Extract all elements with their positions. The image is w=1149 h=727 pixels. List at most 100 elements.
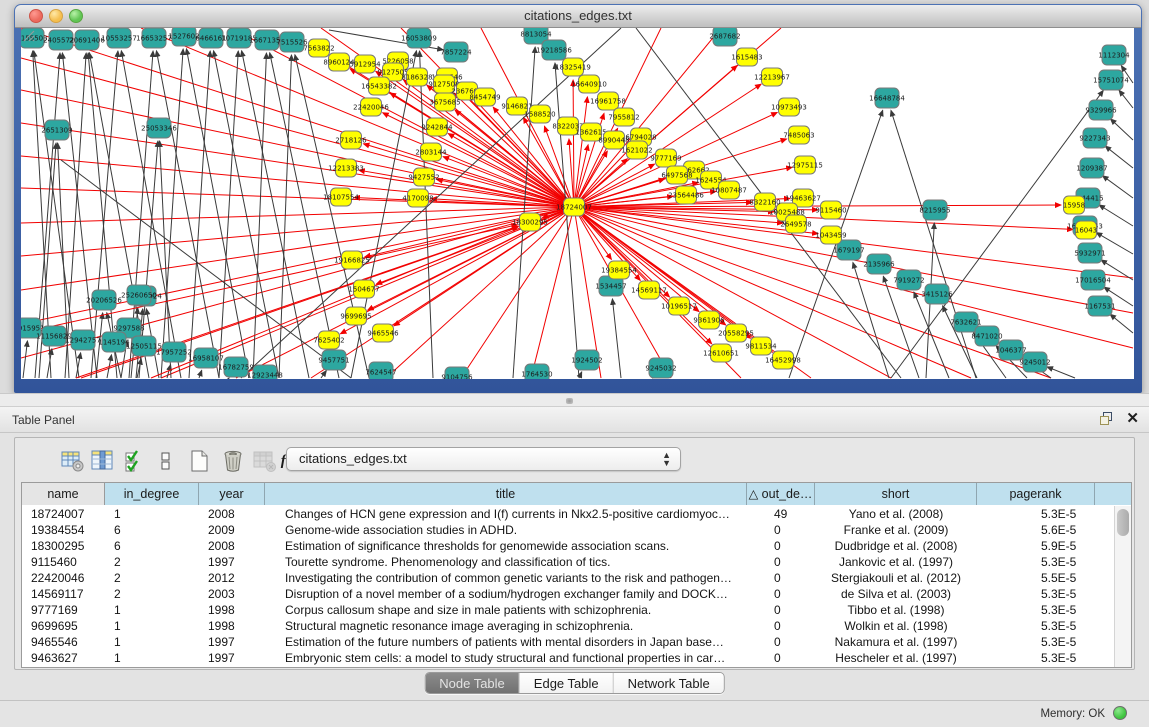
cell-title[interactable]: Corpus callosum shape and size in male p…	[265, 602, 747, 618]
cell-title[interactable]: Estimation of significance thresholds fo…	[265, 538, 747, 554]
resize-grip[interactable]	[21, 28, 35, 42]
graph-node[interactable]: 15751074	[1093, 70, 1129, 90]
cell-short[interactable]: Tibbo et al. (1998)	[815, 602, 977, 618]
network-canvas[interactable]: 9155503240557242069140610553257166532571…	[21, 28, 1134, 379]
column-header-title[interactable]: title	[265, 483, 747, 505]
graph-node[interactable]: 10196517	[661, 297, 697, 315]
row-height-icon[interactable]	[153, 448, 179, 474]
cell-out_degree[interactable]: 0	[747, 554, 815, 570]
cell-name[interactable]: 18724007	[22, 506, 105, 522]
column-header-year[interactable]: year	[199, 483, 265, 505]
tab-network-table[interactable]: Network Table	[614, 673, 724, 694]
cell-name[interactable]: 9115460	[22, 554, 105, 570]
cell-in_degree[interactable]: 1	[105, 506, 199, 522]
cell-short[interactable]: Dudbridge et al. (2008)	[815, 538, 977, 554]
cell-out_degree[interactable]: 0	[747, 618, 815, 634]
cell-short[interactable]: Yano et al. (2008)	[815, 506, 977, 522]
graph-node[interactable]: 9115460	[815, 201, 846, 219]
cell-name[interactable]: 9465546	[22, 634, 105, 650]
table-row[interactable]: 1872400712008Changes of HCN gene express…	[22, 506, 1114, 522]
cell-in_degree[interactable]: 1	[105, 634, 199, 650]
cell-title[interactable]: Tourette syndrome. Phenomenology and cla…	[265, 554, 747, 570]
cell-in_degree[interactable]: 6	[105, 538, 199, 554]
cell-pagerank[interactable]: 5.3E-5	[977, 650, 1095, 666]
graph-node[interactable]: 12610651	[703, 344, 739, 362]
graph-node[interactable]: 1112304	[1098, 45, 1130, 65]
cell-pagerank[interactable]: 5.5E-5	[977, 570, 1095, 586]
column-header-pagerank[interactable]: pagerank	[977, 483, 1095, 505]
delete-columns-icon[interactable]	[220, 448, 246, 474]
cell-name[interactable]: 14569117	[22, 586, 105, 602]
cell-short[interactable]: Franke et al. (2009)	[815, 522, 977, 538]
memory-status-icon[interactable]	[1113, 706, 1127, 720]
graph-node[interactable]: 7485063	[783, 126, 814, 144]
cell-pagerank[interactable]: 5.3E-5	[977, 554, 1095, 570]
cell-year[interactable]: 2008	[199, 538, 265, 554]
cell-year[interactable]: 2003	[199, 586, 265, 602]
cell-name[interactable]: 9699695	[22, 618, 105, 634]
graph-node[interactable]: 1046377	[995, 340, 1026, 360]
cell-name[interactable]: 19384554	[22, 522, 105, 538]
graph-node[interactable]: 9465546	[367, 324, 399, 342]
table-selector-dropdown[interactable]: citations_edges.txt ▲▼	[286, 447, 681, 471]
cell-out_degree[interactable]: 0	[747, 602, 815, 618]
graph-node[interactable]: 19166825	[334, 251, 370, 269]
table-row[interactable]: 969969511998Structural magnetic resonanc…	[22, 618, 1114, 634]
cell-title[interactable]: Changes of HCN gene expression and I(f) …	[265, 506, 747, 522]
cell-pagerank[interactable]: 5.3E-5	[977, 618, 1095, 634]
graph-node[interactable]: 1764530	[521, 364, 552, 379]
graph-node[interactable]: 7955812	[608, 108, 639, 126]
cell-pagerank[interactable]: 5.3E-5	[977, 586, 1095, 602]
cell-short[interactable]: Nakamura et al. (1997)	[815, 634, 977, 650]
graph-node[interactable]: 7857224	[440, 42, 472, 62]
cell-pagerank[interactable]: 5.3E-5	[977, 602, 1095, 618]
table-row[interactable]: 946362711997Embryonic stem cells: a mode…	[22, 650, 1114, 666]
create-column-icon[interactable]	[187, 448, 213, 474]
graph-node[interactable]: 2718126	[335, 131, 367, 149]
cell-title[interactable]: Disruption of a novel member of a sodium…	[265, 586, 747, 602]
graph-node[interactable]: 8215955	[919, 200, 950, 220]
cell-title[interactable]: Embryonic stem cells: a model to study s…	[265, 650, 747, 666]
graph-node[interactable]: 1209387	[1076, 158, 1107, 178]
graph-node[interactable]: 9329966	[1085, 100, 1117, 120]
table-row[interactable]: 977716911998Corpus callosum shape and si…	[22, 602, 1114, 618]
graph-node[interactable]: 9245032	[645, 358, 676, 378]
scrollbar-thumb[interactable]	[1117, 509, 1129, 536]
cell-out_degree[interactable]: 49	[747, 506, 815, 522]
cell-short[interactable]: Wolkin et al. (1998)	[815, 618, 977, 634]
column-header-in_degree[interactable]: in_degree	[105, 483, 199, 505]
column-header-out_degree[interactable]: △ out_de…	[747, 483, 815, 505]
cell-pagerank[interactable]: 5.6E-5	[977, 522, 1095, 538]
cell-year[interactable]: 1998	[199, 618, 265, 634]
graph-node[interactable]: 15958	[1063, 196, 1085, 214]
column-header-short[interactable]: short	[815, 483, 977, 505]
graph-node[interactable]: 7624547	[365, 362, 396, 379]
cell-in_degree[interactable]: 1	[105, 618, 199, 634]
graph-node[interactable]: 20558295	[718, 324, 754, 342]
cell-year[interactable]: 2008	[199, 506, 265, 522]
table-row[interactable]: 1456911722003Disruption of a novel membe…	[22, 586, 1114, 602]
cell-title[interactable]: Estimation of the future numbers of pati…	[265, 634, 747, 650]
graph-node[interactable]: 16961758	[590, 92, 626, 110]
graph-node[interactable]: 2135966	[863, 254, 895, 274]
graph-node[interactable]: 16640910	[571, 75, 607, 93]
graph-node[interactable]: 16648784	[869, 88, 905, 108]
graph-node[interactable]: 1167531	[1084, 296, 1115, 316]
graph-node[interactable]: 20691406	[69, 30, 105, 50]
cell-year[interactable]: 2009	[199, 522, 265, 538]
graph-node[interactable]: 2687682	[709, 28, 740, 46]
cell-in_degree[interactable]: 1	[105, 602, 199, 618]
cell-in_degree[interactable]: 2	[105, 586, 199, 602]
table-row[interactable]: 2242004622012Investigating the contribut…	[22, 570, 1114, 586]
graph-node[interactable]: 9104756	[441, 367, 473, 379]
cell-pagerank[interactable]: 5.3E-5	[977, 506, 1095, 522]
cell-year[interactable]: 1997	[199, 554, 265, 570]
graph-node[interactable]: 12213967	[754, 68, 790, 86]
cell-short[interactable]: Hescheler et al. (1997)	[815, 650, 977, 666]
graph-node[interactable]: 16653257	[136, 28, 172, 48]
graph-node[interactable]: 17016504	[1075, 270, 1111, 290]
graph-node[interactable]: 7625402	[313, 331, 344, 349]
graph-node[interactable]: 1615483	[731, 48, 762, 66]
cell-name[interactable]: 18300295	[22, 538, 105, 554]
cell-short[interactable]: Stergiakouli et al. (2012)	[815, 570, 977, 586]
